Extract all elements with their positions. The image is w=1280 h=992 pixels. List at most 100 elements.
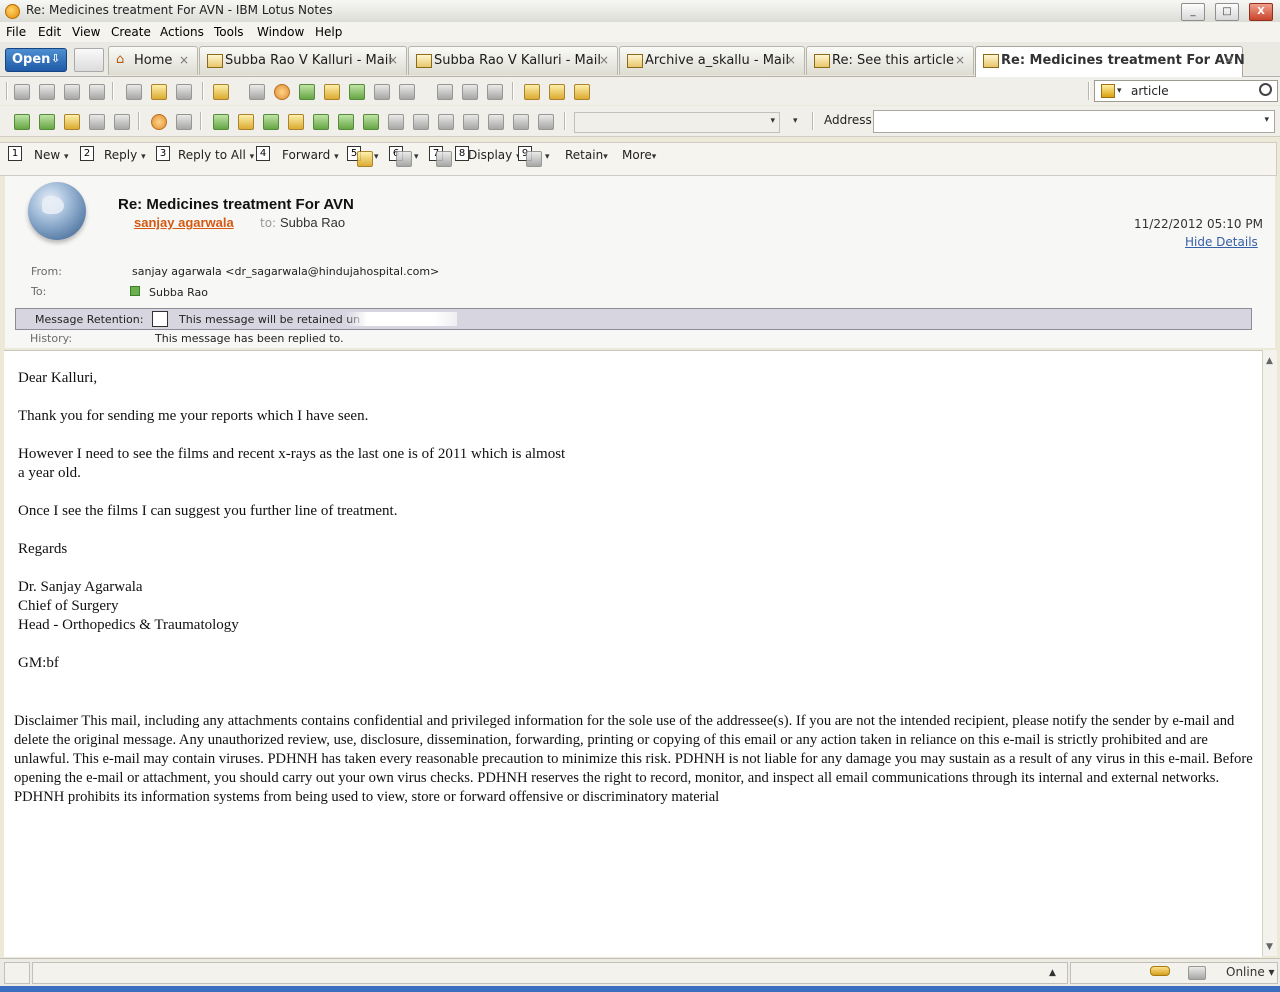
print-icon[interactable] bbox=[249, 84, 265, 100]
flag-icon[interactable] bbox=[324, 84, 340, 100]
zoom-search-icon[interactable] bbox=[526, 151, 542, 167]
print-preview-icon[interactable] bbox=[89, 84, 105, 100]
scroll-up-icon[interactable]: ▲ bbox=[1266, 356, 1273, 366]
back-icon[interactable] bbox=[89, 114, 105, 130]
tag-icon[interactable] bbox=[357, 151, 373, 167]
hide-details-link[interactable]: Hide Details bbox=[1185, 235, 1258, 249]
copy-view-icon[interactable] bbox=[488, 114, 504, 130]
refresh-icon[interactable] bbox=[14, 114, 30, 130]
message-body[interactable]: Dear Kalluri, Thank you for sending me y… bbox=[4, 350, 1262, 957]
expand-icon[interactable] bbox=[363, 114, 379, 130]
chevron-up-icon[interactable]: ▲ bbox=[1049, 968, 1056, 978]
folder-move-icon[interactable] bbox=[436, 151, 452, 167]
chevron-down-icon[interactable]: ▾ bbox=[793, 116, 798, 126]
vertical-scrollbar[interactable]: ▲ ▼ bbox=[1262, 350, 1277, 956]
menu-tools[interactable]: Tools bbox=[214, 25, 244, 39]
tab-mail-1[interactable]: Subba Rao V Kalluri - Mail × bbox=[199, 46, 407, 75]
spell-check-icon[interactable] bbox=[462, 84, 478, 100]
status-cell[interactable] bbox=[4, 962, 30, 984]
open-button[interactable]: Open ⇩ bbox=[5, 48, 67, 72]
chevron-down-icon[interactable]: ▾ bbox=[1264, 115, 1269, 125]
close-tab-icon[interactable]: × bbox=[786, 53, 796, 67]
menu-create[interactable]: Create bbox=[111, 25, 151, 39]
forward-button[interactable]: Forward ▾ bbox=[282, 148, 339, 168]
help-icon[interactable] bbox=[487, 84, 503, 100]
scroll-down-icon[interactable]: ▼ bbox=[1266, 942, 1273, 952]
menu-edit[interactable]: Edit bbox=[38, 25, 61, 39]
menu-view[interactable]: View bbox=[72, 25, 100, 39]
find-icon[interactable] bbox=[513, 114, 529, 130]
to-field-value[interactable]: Subba Rao bbox=[149, 286, 208, 299]
tab-medicines-treatment[interactable]: Re: Medicines treatment For AVN × bbox=[975, 46, 1245, 77]
paste-icon[interactable] bbox=[64, 84, 80, 100]
display-button[interactable]: Display ▾ bbox=[468, 148, 521, 168]
mark-icon[interactable] bbox=[396, 151, 412, 167]
search-field[interactable]: ▾ article bbox=[1094, 80, 1278, 102]
close-tab-icon[interactable]: × bbox=[955, 53, 965, 67]
tab-mail-2[interactable]: Subba Rao V Kalluri - Mail × bbox=[408, 46, 618, 75]
search-icon[interactable] bbox=[1259, 83, 1272, 96]
chevron-down-icon[interactable]: ▾ bbox=[1117, 86, 1122, 96]
chevron-down-icon[interactable]: ▾ bbox=[374, 152, 379, 162]
close-tab-icon[interactable]: × bbox=[388, 53, 398, 67]
follow-up-icon[interactable] bbox=[299, 84, 315, 100]
recipient-name[interactable]: Subba Rao bbox=[280, 215, 345, 230]
briefcase-icon[interactable] bbox=[549, 84, 565, 100]
forward-nav-icon[interactable] bbox=[114, 114, 130, 130]
menu-actions[interactable]: Actions bbox=[160, 25, 204, 39]
collapse-icon[interactable] bbox=[413, 114, 429, 130]
expand-all-icon[interactable] bbox=[388, 114, 404, 130]
expand-section-icon[interactable] bbox=[438, 114, 454, 130]
reply-to-all-button[interactable]: Reply to All ▾ bbox=[178, 148, 254, 168]
new-button[interactable]: New ▾ bbox=[34, 148, 69, 168]
tab-see-this-article[interactable]: Re: See this article × bbox=[806, 46, 974, 75]
chevron-down-icon[interactable]: ▾ bbox=[770, 116, 775, 126]
maximize-button[interactable]: □ bbox=[1215, 3, 1239, 21]
close-tab-icon[interactable]: × bbox=[599, 53, 609, 67]
next-arrow-icon[interactable] bbox=[263, 114, 279, 130]
view-icon[interactable] bbox=[176, 84, 192, 100]
next-flag-icon[interactable] bbox=[313, 114, 329, 130]
tab-archive-mail[interactable]: Archive a_skallu - Mail × bbox=[619, 46, 805, 75]
close-tab-icon[interactable]: × bbox=[179, 53, 189, 67]
reply-button[interactable]: Reply ▾ bbox=[104, 148, 146, 168]
cut-icon[interactable] bbox=[14, 84, 30, 100]
previous-flag-icon[interactable] bbox=[338, 114, 354, 130]
open-list-button[interactable] bbox=[74, 48, 104, 72]
retain-button[interactable]: Retain▾ bbox=[565, 148, 608, 168]
stop-loading-icon[interactable] bbox=[151, 114, 167, 130]
key-icon[interactable] bbox=[1150, 966, 1170, 976]
search-scope-icon[interactable] bbox=[1101, 84, 1115, 98]
minimize-button[interactable]: _ bbox=[1181, 3, 1205, 21]
address-input[interactable]: ▾ bbox=[873, 110, 1275, 133]
close-window-button[interactable]: X bbox=[1249, 3, 1273, 21]
refresh-view-icon[interactable] bbox=[538, 114, 554, 130]
edit-icon[interactable] bbox=[151, 84, 167, 100]
location-combo[interactable]: ▾ bbox=[574, 112, 780, 133]
reload-icon[interactable] bbox=[176, 114, 192, 130]
home-nav-icon[interactable] bbox=[64, 114, 80, 130]
properties-icon[interactable] bbox=[126, 84, 142, 100]
navigate-icon[interactable] bbox=[524, 84, 540, 100]
sender-link[interactable]: sanjay agarwala bbox=[134, 215, 234, 230]
previous-unread-icon[interactable] bbox=[238, 114, 254, 130]
next-unread-icon[interactable] bbox=[213, 114, 229, 130]
collapse-section-icon[interactable] bbox=[463, 114, 479, 130]
menu-window[interactable]: Window bbox=[257, 25, 304, 39]
close-tab-icon[interactable]: × bbox=[1224, 53, 1234, 67]
replication-icon[interactable] bbox=[1188, 966, 1206, 980]
sync-icon[interactable] bbox=[39, 114, 55, 130]
previous-arrow-icon[interactable] bbox=[288, 114, 304, 130]
tab-home[interactable]: ⌂ Home × bbox=[108, 46, 198, 75]
binoculars-icon[interactable] bbox=[437, 84, 453, 100]
folder-icon[interactable] bbox=[349, 84, 365, 100]
online-status[interactable]: Online ▾ bbox=[1226, 965, 1275, 979]
new-memo-icon[interactable] bbox=[213, 84, 229, 100]
preview-pane-icon[interactable] bbox=[574, 84, 590, 100]
search-input[interactable]: article bbox=[1131, 84, 1169, 98]
more-button[interactable]: More▾ bbox=[622, 148, 656, 168]
from-value[interactable]: sanjay agarwala <dr_sagarwala@hindujahos… bbox=[132, 265, 439, 278]
chevron-down-icon[interactable]: ▾ bbox=[545, 152, 550, 162]
stop-icon[interactable] bbox=[274, 84, 290, 100]
menu-help[interactable]: Help bbox=[315, 25, 342, 39]
